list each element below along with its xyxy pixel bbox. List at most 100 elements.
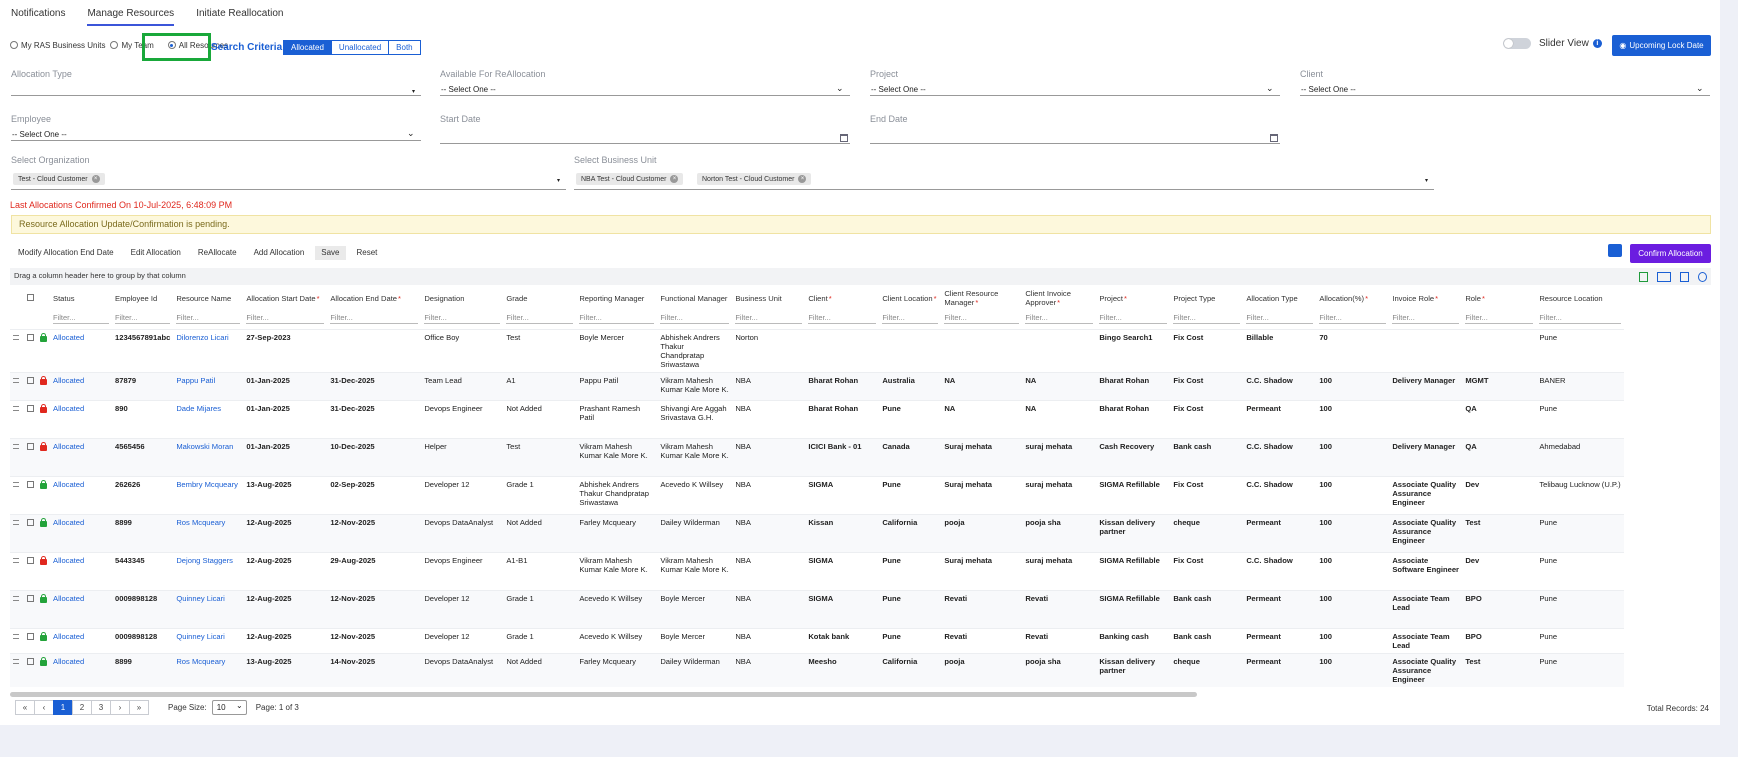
column-filter-input[interactable]: Filter... bbox=[808, 313, 877, 324]
save-button[interactable]: Save bbox=[315, 246, 346, 260]
table-cell[interactable]: Allocated bbox=[50, 589, 112, 628]
unlocked-icon[interactable] bbox=[40, 656, 47, 666]
column-filter-input[interactable]: Filter... bbox=[1099, 313, 1168, 324]
table-row[interactable]: Allocated 262626 Bembry Mcqueary 13-Aug-202… bbox=[10, 475, 1624, 514]
upcoming-lock-date-button[interactable]: ◉ Upcoming Lock Date bbox=[1612, 35, 1711, 56]
table-cell[interactable]: Ros Mcqueary bbox=[173, 652, 244, 687]
table-cell[interactable]: Ros Mcqueary bbox=[173, 513, 244, 552]
column-filter-input[interactable]: Filter... bbox=[660, 313, 730, 324]
table-row[interactable]: Allocated 8899 Ros Mcqueary 13-Aug-2025 14-N… bbox=[10, 652, 1624, 687]
drag-handle-icon[interactable] bbox=[13, 658, 19, 664]
slider-view-toggle[interactable] bbox=[1503, 38, 1531, 49]
radio-my-ras-business-units[interactable]: My RAS Business Units bbox=[10, 41, 105, 50]
unlocked-icon[interactable] bbox=[40, 517, 47, 527]
column-header[interactable]: Project* bbox=[1096, 285, 1170, 311]
client-select[interactable]: -- Select One -- bbox=[1301, 85, 1356, 94]
column-header[interactable]: Allocation Start Date* bbox=[243, 285, 327, 311]
row-checkbox[interactable] bbox=[27, 594, 34, 602]
column-header[interactable]: Functional Manager bbox=[657, 285, 732, 311]
refresh-icon[interactable] bbox=[1698, 272, 1707, 282]
column-header[interactable]: Client* bbox=[805, 285, 879, 311]
column-header[interactable]: Invoice Role* bbox=[1389, 285, 1462, 311]
column-filter-input[interactable]: Filter... bbox=[1025, 313, 1094, 324]
page-1-button[interactable]: 1 bbox=[53, 700, 73, 715]
edit-allocation-button[interactable]: Edit Allocation bbox=[125, 246, 187, 260]
column-filter-input[interactable]: Filter... bbox=[1392, 313, 1460, 324]
drag-handle-icon[interactable] bbox=[13, 481, 19, 487]
table-row[interactable]: Allocated 5443345 Dejong Staggers 12-Aug-20… bbox=[10, 551, 1624, 590]
column-filter-input[interactable]: Filter... bbox=[115, 313, 171, 324]
drag-handle-icon[interactable] bbox=[13, 405, 19, 411]
reallocate-button[interactable]: ReAllocate bbox=[192, 246, 243, 260]
columns-icon[interactable] bbox=[1657, 272, 1671, 282]
table-cell[interactable]: Quinney Licari bbox=[173, 627, 244, 653]
drag-handle-icon[interactable] bbox=[13, 377, 19, 383]
first-page-button[interactable]: « bbox=[15, 700, 35, 715]
row-checkbox[interactable] bbox=[27, 518, 34, 526]
column-header[interactable]: Client Location* bbox=[879, 285, 941, 311]
lock-icon[interactable] bbox=[1608, 244, 1622, 257]
column-header[interactable]: Resource Name bbox=[173, 285, 243, 311]
close-icon[interactable]: × bbox=[91, 175, 100, 183]
column-filter-input[interactable]: Filter... bbox=[1246, 313, 1314, 324]
reset-button[interactable]: Reset bbox=[351, 246, 384, 260]
column-filter-input[interactable]: Filter... bbox=[944, 313, 1020, 324]
column-header[interactable]: Allocation Type bbox=[1243, 285, 1316, 311]
table-cell[interactable]: Allocated bbox=[50, 627, 112, 653]
column-header[interactable]: Client Resource Manager* bbox=[941, 285, 1022, 311]
save-layout-icon[interactable] bbox=[1680, 272, 1689, 282]
column-filter-input[interactable]: Filter... bbox=[330, 313, 419, 324]
column-header[interactable]: Allocation(%)* bbox=[1316, 285, 1389, 311]
table-row[interactable]: Allocated 4565456 Makowski Moran 01-Jan-202… bbox=[10, 437, 1624, 476]
column-filter-input[interactable]: Filter... bbox=[735, 313, 803, 324]
column-filter-input[interactable]: Filter... bbox=[1539, 313, 1621, 324]
row-checkbox[interactable] bbox=[27, 480, 34, 488]
table-cell[interactable]: Allocated bbox=[50, 328, 112, 372]
info-icon[interactable]: i bbox=[1592, 39, 1602, 48]
excel-export-icon[interactable] bbox=[1639, 272, 1648, 282]
column-header[interactable]: Designation bbox=[421, 285, 503, 311]
table-cell[interactable]: Allocated bbox=[50, 437, 112, 476]
column-header[interactable]: Role* bbox=[1462, 285, 1536, 311]
table-cell[interactable]: Makowski Moran bbox=[173, 437, 244, 476]
row-checkbox[interactable] bbox=[27, 404, 34, 412]
table-cell[interactable]: Allocated bbox=[50, 371, 112, 400]
table-row[interactable]: Allocated 1234567891abc Dilorenzo Licari 27… bbox=[10, 328, 1624, 372]
table-row[interactable]: Allocated 87879 Pappu Patil 01-Jan-2025 31-D… bbox=[10, 371, 1624, 400]
table-row[interactable]: Allocated 0009898128 Quinney Licari 12-Aug-… bbox=[10, 627, 1624, 653]
unlocked-icon[interactable] bbox=[40, 479, 47, 489]
tab-notifications[interactable]: Notifications bbox=[11, 7, 65, 27]
page-3-button[interactable]: 3 bbox=[91, 700, 111, 715]
available-select[interactable]: -- Select One -- bbox=[441, 85, 496, 94]
table-row[interactable]: Allocated 8899 Ros Mcqueary 12-Aug-2025 12-N… bbox=[10, 513, 1624, 552]
last-page-button[interactable]: » bbox=[129, 700, 149, 715]
table-cell[interactable]: Bembry Mcqueary bbox=[173, 475, 244, 514]
end-date-input[interactable] bbox=[870, 143, 1280, 144]
organization-select[interactable] bbox=[11, 189, 566, 190]
table-cell[interactable]: Allocated bbox=[50, 475, 112, 514]
table-cell[interactable]: Allocated bbox=[50, 652, 112, 687]
modify-end-date-button[interactable]: Modify Allocation End Date bbox=[12, 246, 120, 260]
row-checkbox[interactable] bbox=[27, 376, 34, 384]
page-size-select[interactable]: 10 ⌄ bbox=[211, 700, 247, 715]
horizontal-scrollbar[interactable] bbox=[10, 692, 1197, 697]
table-cell[interactable]: Allocated bbox=[50, 551, 112, 590]
drag-handle-icon[interactable] bbox=[13, 633, 19, 639]
table-cell[interactable]: Quinney Licari bbox=[173, 589, 244, 628]
column-header[interactable]: Grade bbox=[503, 285, 576, 311]
tab-manage-resources[interactable]: Manage Resources bbox=[87, 7, 175, 26]
column-filter-input[interactable]: Filter... bbox=[424, 313, 501, 324]
seg-both[interactable]: Both bbox=[388, 41, 419, 54]
group-panel[interactable]: Drag a column header here to group by th… bbox=[10, 268, 1711, 285]
allocation-type-select[interactable] bbox=[11, 95, 421, 96]
table-cell[interactable]: Dilorenzo Licari bbox=[173, 328, 244, 372]
column-filter-input[interactable]: Filter... bbox=[882, 313, 939, 324]
project-select[interactable]: -- Select One -- bbox=[871, 85, 926, 94]
seg-unallocated[interactable]: Unallocated bbox=[330, 41, 388, 54]
unlocked-icon[interactable] bbox=[40, 332, 47, 342]
drag-handle-icon[interactable] bbox=[13, 595, 19, 601]
drag-handle-icon[interactable] bbox=[13, 519, 19, 525]
column-filter-input[interactable]: Filter... bbox=[579, 313, 655, 324]
calendar-icon[interactable] bbox=[840, 134, 848, 142]
column-header[interactable]: Project Type bbox=[1170, 285, 1243, 311]
